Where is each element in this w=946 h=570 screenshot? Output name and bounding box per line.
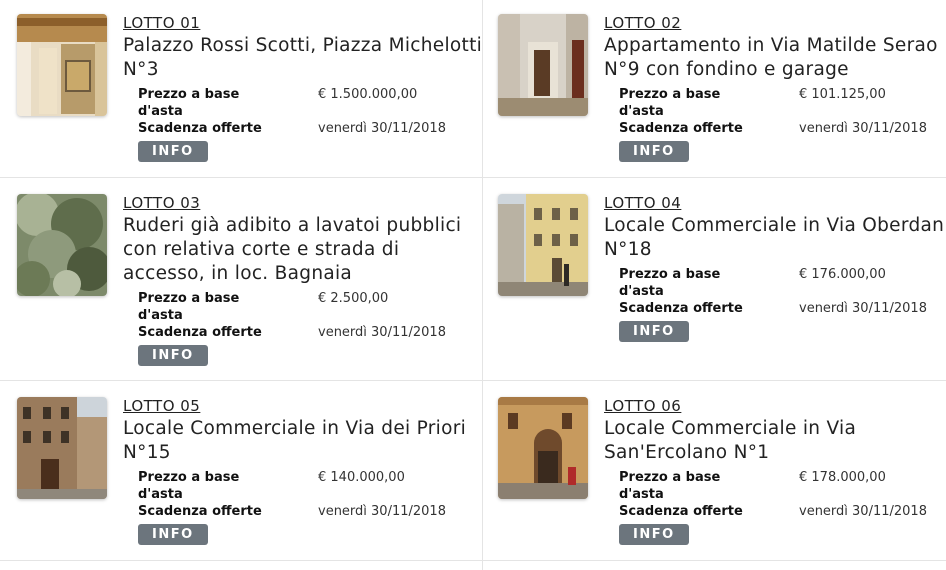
deadline-value: venerdì 30/11/2018 [799, 301, 927, 316]
deadline-label: Scadenza offerte [138, 504, 262, 519]
price-value: € 140.000,00 [318, 470, 405, 485]
row-divider [0, 177, 946, 178]
info-button[interactable]: INFO [619, 524, 689, 545]
info-button[interactable]: INFO [138, 524, 208, 545]
deadline-value: venerdì 30/11/2018 [799, 504, 927, 519]
price-label-line2: d'asta [619, 284, 664, 299]
price-label-line2: d'asta [619, 104, 664, 119]
price-value: € 101.125,00 [799, 87, 886, 102]
lot-image[interactable] [17, 194, 107, 296]
price-label: Prezzo a base [138, 87, 240, 102]
price-value: € 1.500.000,00 [318, 87, 418, 102]
price-label: Prezzo a base [619, 267, 721, 282]
deadline-value: venerdì 30/11/2018 [318, 504, 446, 519]
info-button[interactable]: INFO [138, 345, 208, 366]
price-label-line2: d'asta [619, 487, 664, 502]
lot-title-link[interactable]: Palazzo Rossi Scotti, Piazza Michelotti … [123, 34, 485, 82]
price-label: Prezzo a base [138, 291, 240, 306]
price-label: Prezzo a base [619, 87, 721, 102]
deadline-value: venerdì 30/11/2018 [799, 121, 927, 136]
price-value: € 2.500,00 [318, 291, 389, 306]
deadline-label: Scadenza offerte [619, 121, 743, 136]
price-label: Prezzo a base [619, 470, 721, 485]
deadline-label: Scadenza offerte [138, 121, 262, 136]
info-button[interactable]: INFO [619, 141, 689, 162]
lot-number-link[interactable]: LOTTO 01 [123, 14, 485, 32]
deadline-label: Scadenza offerte [619, 504, 743, 519]
deadline-value: venerdì 30/11/2018 [318, 325, 446, 340]
lot-number-link[interactable]: LOTTO 04 [604, 194, 946, 212]
lot-number-link[interactable]: LOTTO 06 [604, 397, 946, 415]
lot-title-link[interactable]: Ruderi già adibito a lavatoi pubblici co… [123, 214, 485, 286]
row-divider [0, 560, 946, 561]
lot-image[interactable] [498, 397, 588, 499]
price-value: € 178.000,00 [799, 470, 886, 485]
price-label: Prezzo a base [138, 470, 240, 485]
deadline-value: venerdì 30/11/2018 [318, 121, 446, 136]
lot-image[interactable] [17, 397, 107, 499]
lot-title-link[interactable]: Locale Commerciale in Via dei Priori N°1… [123, 417, 485, 465]
lot-title-link[interactable]: Locale Commerciale in Via Oberdan N°18 [604, 214, 946, 262]
lots-grid: LOTTO 01 Palazzo Rossi Scotti, Piazza Mi… [0, 0, 946, 570]
lot-image[interactable] [498, 14, 588, 116]
price-label-line2: d'asta [138, 308, 183, 323]
lot-title-link[interactable]: Locale Commerciale in Via San'Ercolano N… [604, 417, 946, 465]
price-label-line2: d'asta [138, 487, 183, 502]
lot-number-link[interactable]: LOTTO 03 [123, 194, 485, 212]
lot-image[interactable] [17, 14, 107, 116]
price-value: € 176.000,00 [799, 267, 886, 282]
row-divider [0, 380, 946, 381]
deadline-label: Scadenza offerte [619, 301, 743, 316]
price-label-line2: d'asta [138, 104, 183, 119]
info-button[interactable]: INFO [619, 321, 689, 342]
lot-image[interactable] [498, 194, 588, 296]
lot-number-link[interactable]: LOTTO 02 [604, 14, 946, 32]
info-button[interactable]: INFO [138, 141, 208, 162]
lot-title-link[interactable]: Appartamento in Via Matilde Serao N°9 co… [604, 34, 946, 82]
lot-number-link[interactable]: LOTTO 05 [123, 397, 485, 415]
deadline-label: Scadenza offerte [138, 325, 262, 340]
